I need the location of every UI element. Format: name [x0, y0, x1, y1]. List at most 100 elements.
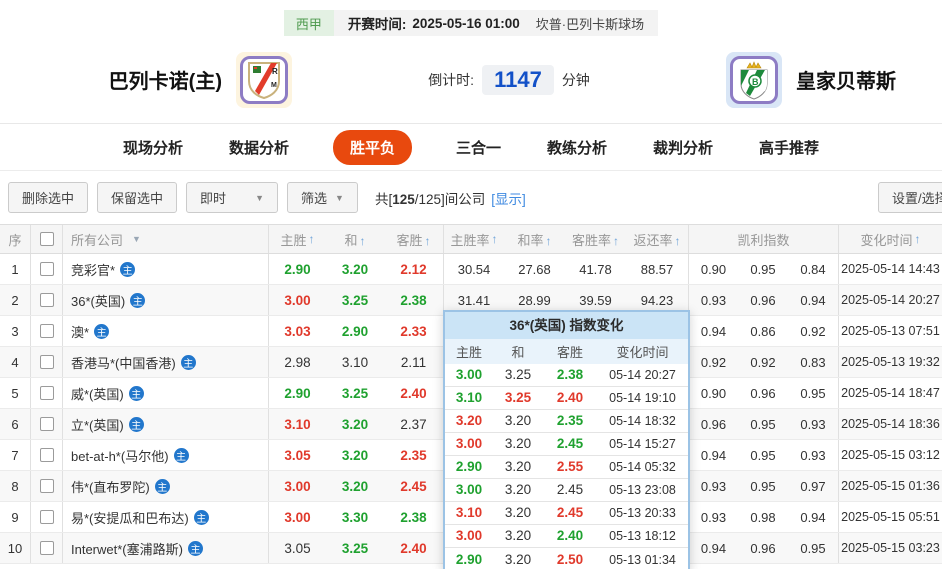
odds-away: 2.11 — [400, 354, 427, 370]
kickoff-info: 开赛时间: 2025-05-16 01:00 坎普·巴列卡斯球场 — [333, 10, 659, 36]
company-cell[interactable]: Interwet*(塞浦路斯) 主 — [62, 533, 268, 563]
row-checkbox[interactable] — [39, 541, 54, 555]
instant-dropdown[interactable]: 即时 ▼ — [186, 182, 279, 213]
company-cell[interactable]: 易*(安提瓜和巴布达) 主 — [62, 502, 268, 532]
home-badge-icon: 主 — [154, 478, 170, 494]
away-team-logo: B — [726, 51, 782, 108]
kelly-draw: 0.96 — [750, 292, 776, 308]
header-rate-return[interactable]: 返还率 ↑ — [626, 230, 688, 249]
kelly-home: 0.93 — [688, 471, 738, 501]
header-company[interactable]: 所有公司 ▼ — [62, 225, 268, 253]
rate-return: 94.23 — [640, 292, 674, 308]
settings-select-button[interactable]: 设置/选择 — [878, 182, 942, 213]
header-rate-home[interactable]: 主胜率 ↑ — [443, 225, 504, 253]
tab-referee-analysis[interactable]: 裁判分析 — [651, 130, 715, 165]
company-cell[interactable]: 伟*(直布罗陀) 主 — [62, 471, 268, 501]
popup-row: 2.90 3.20 2.50 05-13 01:34 — [445, 548, 688, 569]
kelly-away: 0.95 — [800, 540, 826, 556]
row-select — [30, 254, 62, 284]
tab-data-analysis[interactable]: 数据分析 — [227, 130, 291, 165]
company-cell[interactable]: 36*(英国) 主 — [62, 285, 268, 315]
company-cell[interactable]: bet-at-h*(马尔他) 主 — [62, 440, 268, 470]
popup-row: 3.00 3.20 2.40 05-13 18:12 — [445, 525, 688, 548]
kickoff-label: 开赛时间: — [347, 17, 407, 32]
tab-three-in-one[interactable]: 三合一 — [454, 130, 503, 165]
popup-change-time: 05-13 23:08 — [609, 483, 676, 497]
tab-live-analysis[interactable]: 现场分析 — [121, 130, 185, 165]
select-all-checkbox[interactable] — [39, 232, 54, 246]
filter-dropdown[interactable]: 筛选 ▼ — [287, 182, 358, 213]
match-header: 巴列卡诺(主) R M 倒计时: 1147 分钟 B 皇家贝蒂斯 — [0, 36, 942, 124]
sort-asc-icon: ↑ — [674, 233, 681, 248]
change-time: 2025-05-15 03:12 — [838, 440, 942, 470]
odds-home: 2.90 — [284, 385, 311, 401]
header-rate-away-label: 客胜率 — [571, 232, 611, 248]
row-select — [30, 409, 62, 439]
tab-win-draw-loss[interactable]: 胜平负 — [332, 129, 412, 165]
company-cell[interactable]: 立*(英国) 主 — [62, 409, 268, 439]
row-seq: 1 — [11, 261, 19, 277]
popup-row: 3.00 3.25 2.38 05-14 20:27 — [445, 364, 688, 387]
row-checkbox[interactable] — [39, 293, 54, 307]
company-cell[interactable]: 竞彩官* 主 — [62, 254, 268, 284]
popup-odds-home: 2.90 — [455, 459, 483, 474]
kelly-away: 0.94 — [800, 292, 826, 308]
sort-asc-icon: ↑ — [914, 232, 921, 246]
company-name: 竞彩官* — [71, 262, 116, 278]
row-select — [30, 316, 62, 346]
show-link[interactable]: [显示] — [491, 188, 526, 208]
header-rate-away[interactable]: 客胜率 ↑ — [565, 230, 626, 249]
kelly-home: 0.90 — [688, 254, 738, 284]
row-checkbox[interactable] — [39, 386, 54, 400]
kelly-home: 0.94 — [688, 533, 738, 563]
kelly-away: 0.84 — [800, 261, 826, 277]
company-name: 香港马*(中国香港) — [71, 355, 176, 371]
keep-selected-button[interactable]: 保留选中 — [97, 182, 178, 213]
company-cell[interactable]: 威*(英国) 主 — [62, 378, 268, 408]
company-cell[interactable]: 香港马*(中国香港) 主 — [62, 347, 268, 377]
company-count-selected: 125 — [392, 191, 415, 207]
popup-header-time: 变化时间 — [616, 345, 669, 360]
tab-coach-analysis[interactable]: 教练分析 — [545, 130, 609, 165]
change-time: 2025-05-14 18:47 — [838, 378, 942, 408]
popup-odds-away: 2.45 — [556, 482, 584, 497]
match-info-strip: 西甲 开赛时间: 2025-05-16 01:00 坎普·巴列卡斯球场 — [0, 10, 942, 36]
popup-odds-away: 2.40 — [556, 390, 584, 405]
company-cell[interactable]: 澳* 主 — [62, 316, 268, 346]
company-count: 共[125/125]间公司 — [375, 188, 485, 208]
popup-odds-draw: 3.25 — [504, 367, 532, 382]
popup-change-time: 05-14 15:27 — [609, 437, 676, 451]
popup-odds-away: 2.38 — [556, 367, 584, 382]
row-checkbox[interactable] — [39, 448, 54, 462]
row-select — [30, 347, 62, 377]
header-change-time[interactable]: 变化时间 ↑ — [838, 225, 942, 253]
row-checkbox[interactable] — [39, 324, 54, 338]
sort-asc-icon: ↑ — [424, 233, 431, 248]
odds-away: 2.38 — [400, 292, 427, 308]
header-odds-draw[interactable]: 和 ↑ — [326, 230, 384, 249]
row-checkbox[interactable] — [39, 355, 54, 369]
rate-return: 88.57 — [640, 261, 674, 277]
header-rate-draw[interactable]: 和率 ↑ — [504, 230, 565, 249]
row-seq: 4 — [11, 354, 19, 370]
popup-change-time: 05-13 20:33 — [609, 506, 676, 520]
company-name: bet-at-h*(马尔他) — [71, 448, 169, 464]
row-checkbox[interactable] — [39, 417, 54, 431]
kelly-home: 0.90 — [688, 378, 738, 408]
table-header-row: 序 所有公司 ▼ 主胜 ↑ 和 ↑ 客胜 ↑ 主胜率 ↑ 和率 ↑ 客胜率 ↑ 返还率 ↑ 凯利… — [0, 224, 942, 254]
popup-odds-draw: 3.25 — [504, 390, 532, 405]
row-checkbox[interactable] — [39, 479, 54, 493]
odds-away: 2.45 — [400, 478, 427, 494]
kelly-away: 0.94 — [800, 509, 826, 525]
row-seq: 9 — [11, 509, 19, 525]
header-odds-home[interactable]: 主胜 ↑ — [268, 225, 326, 253]
header-odds-away[interactable]: 客胜 ↑ — [384, 230, 443, 249]
away-team-name: 皇家贝蒂斯 — [796, 71, 896, 93]
tab-expert-picks[interactable]: 高手推荐 — [757, 130, 821, 165]
row-checkbox[interactable] — [39, 510, 54, 524]
delete-selected-button[interactable]: 删除选中 — [8, 182, 89, 213]
sort-asc-icon: ↑ — [491, 232, 498, 246]
odds-home: 3.10 — [284, 416, 311, 432]
kelly-draw: 0.86 — [750, 323, 776, 339]
row-checkbox[interactable] — [39, 262, 54, 276]
